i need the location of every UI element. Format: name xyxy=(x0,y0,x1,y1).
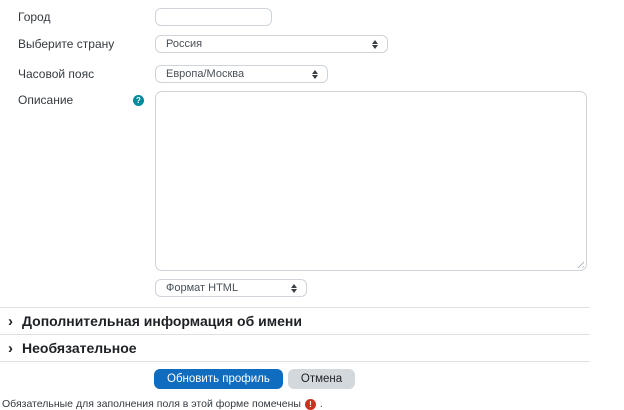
form-row-format: Формат HTML xyxy=(0,278,624,297)
form-actions: Обновить профиль Отмена xyxy=(154,369,624,389)
format-select[interactable]: Формат HTML xyxy=(155,279,307,297)
select-arrow-icon xyxy=(291,284,297,293)
chevron-right-icon xyxy=(8,341,13,356)
cancel-button[interactable]: Отмена xyxy=(288,369,355,389)
required-note-text: Обязательные для заполнения поля в этой … xyxy=(2,398,301,410)
description-textarea[interactable] xyxy=(155,91,587,271)
update-profile-button[interactable]: Обновить профиль xyxy=(154,369,283,389)
section-title: Дополнительная информация об имени xyxy=(22,313,302,329)
select-arrow-icon xyxy=(312,70,318,79)
exclamation-circle-icon xyxy=(305,399,316,410)
select-arrow-icon xyxy=(372,40,378,49)
section-toggle-optional[interactable]: Необязательное xyxy=(0,335,590,362)
profile-edit-form: Город Выберите страну Россия Часовой поя… xyxy=(0,0,624,410)
form-row-country: Выберите страну Россия xyxy=(0,35,624,53)
section-toggle-additional-names[interactable]: Дополнительная информация об имени xyxy=(0,308,590,335)
country-select-value: Россия xyxy=(166,38,202,50)
city-input[interactable] xyxy=(155,8,272,26)
city-label: Город xyxy=(18,10,50,24)
timezone-select[interactable]: Европа/Москва xyxy=(155,65,328,83)
country-label: Выберите страну xyxy=(18,37,114,51)
required-fields-note: Обязательные для заполнения поля в этой … xyxy=(2,398,624,410)
form-row-timezone: Часовой пояс Европа/Москва xyxy=(0,65,624,83)
collapsible-sections: Дополнительная информация об имени Необя… xyxy=(0,307,590,362)
resize-grip-icon[interactable] xyxy=(575,259,584,268)
format-select-value: Формат HTML xyxy=(166,282,238,294)
description-label: Описание xyxy=(18,93,73,107)
help-icon[interactable] xyxy=(133,95,144,106)
timezone-select-value: Европа/Москва xyxy=(166,68,244,80)
section-title: Необязательное xyxy=(22,340,137,356)
form-row-description: Описание xyxy=(0,91,624,271)
country-select[interactable]: Россия xyxy=(155,35,388,53)
timezone-label: Часовой пояс xyxy=(18,67,94,81)
chevron-right-icon xyxy=(8,314,13,329)
form-row-city: Город xyxy=(0,8,624,26)
required-note-suffix: . xyxy=(320,398,323,410)
